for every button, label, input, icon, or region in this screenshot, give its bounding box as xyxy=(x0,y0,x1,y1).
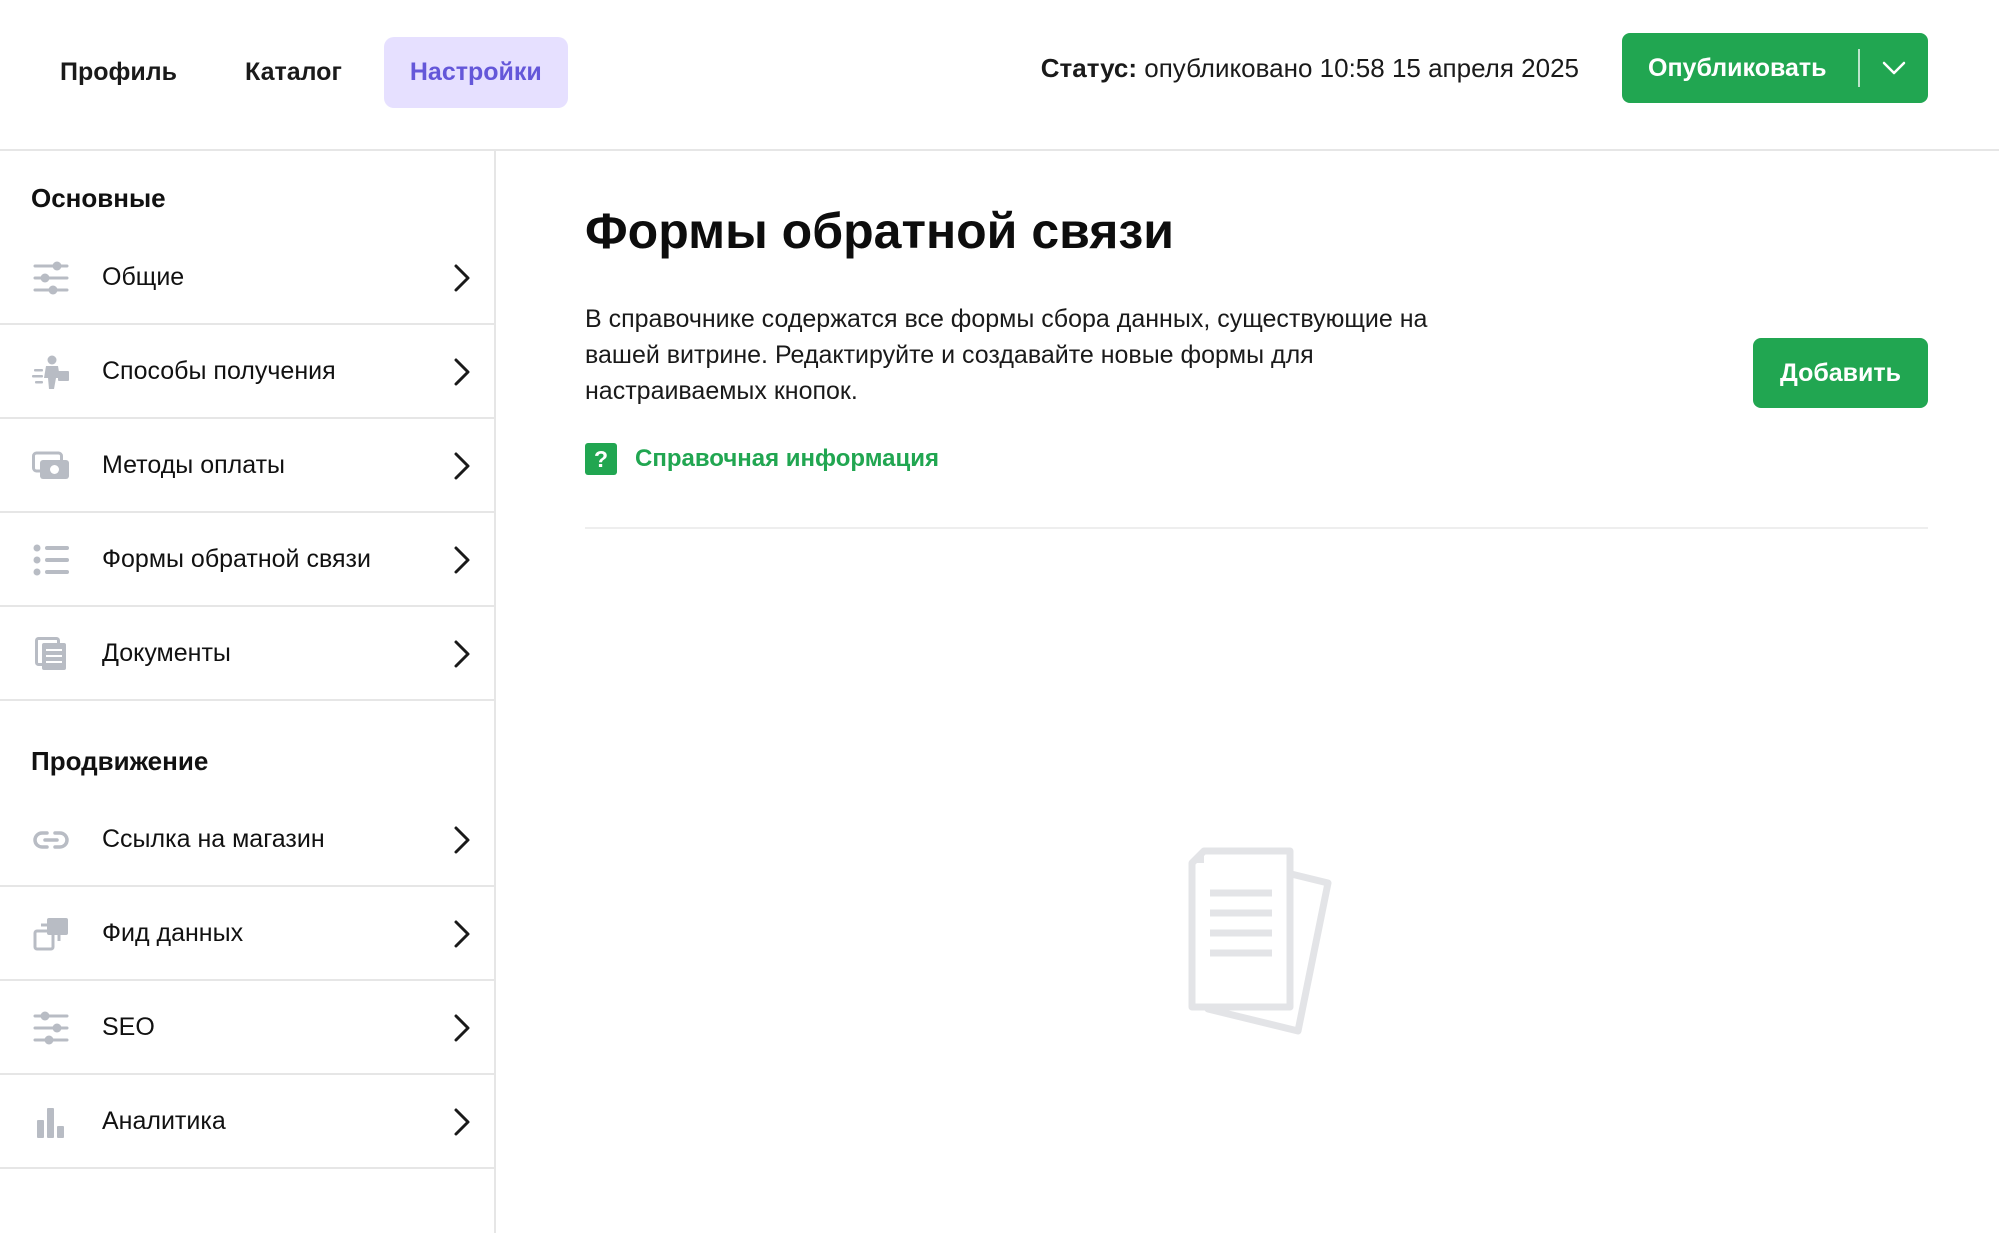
tab-settings[interactable]: Настройки xyxy=(383,37,568,108)
tab-catalog[interactable]: Каталог xyxy=(219,37,368,108)
chevron-right-icon xyxy=(454,920,470,948)
sliders-icon xyxy=(32,1010,70,1046)
bar-chart-icon xyxy=(32,1104,70,1140)
help-link-label: Справочная информация xyxy=(635,445,940,472)
publish-status: Статус: опубликовано 10:58 15 апреля 202… xyxy=(1041,50,1579,86)
sidebar-item-analytics[interactable]: Аналитика xyxy=(0,1075,494,1169)
question-icon: ? xyxy=(585,443,617,475)
sidebar-item-payment[interactable]: Методы оплаты xyxy=(0,419,494,513)
sidebar-item-seo[interactable]: SEO xyxy=(0,981,494,1075)
add-button[interactable]: Добавить xyxy=(1753,338,1928,408)
sidebar-item-general[interactable]: Общие xyxy=(0,231,494,325)
courier-icon xyxy=(32,354,70,390)
chevron-right-icon xyxy=(454,826,470,854)
list-icon xyxy=(32,542,70,578)
link-icon xyxy=(32,822,70,858)
page-description: В справочнике содержатся все формы сбора… xyxy=(585,305,1428,405)
settings-sidebar: Основные Общие Способы получения Методы … xyxy=(0,151,496,1233)
chevron-right-icon xyxy=(454,1108,470,1136)
top-header: Профиль Каталог Настройки Статус: опубли… xyxy=(0,0,1999,151)
chevron-right-icon xyxy=(454,546,470,574)
status-label: Статус: xyxy=(1040,53,1138,83)
status-value: опубликовано 10:58 15 апреля 2025 xyxy=(1137,53,1579,83)
sidebar-item-label: Документы xyxy=(102,638,231,667)
sidebar-item-label: Ссылка на магазин xyxy=(102,824,325,853)
chevron-right-icon xyxy=(454,1014,470,1042)
chevron-right-icon xyxy=(454,452,470,480)
sidebar-item-label: SEO xyxy=(102,1012,155,1041)
sidebar-item-label: Фид данных xyxy=(102,918,244,947)
publish-button[interactable]: Опубликовать xyxy=(1622,33,1928,103)
chevron-down-icon[interactable] xyxy=(1860,33,1928,103)
empty-documents-icon xyxy=(1188,847,1332,1035)
sidebar-item-label: Формы обратной связи xyxy=(102,544,371,573)
money-icon xyxy=(32,448,70,484)
sidebar-item-data-feed[interactable]: Фид данных xyxy=(0,887,494,981)
sidebar-item-documents[interactable]: Документы xyxy=(0,607,494,701)
sidebar-item-label: Аналитика xyxy=(102,1106,226,1135)
page-title: Формы обратной связи xyxy=(585,203,1174,259)
content-divider xyxy=(585,527,1928,529)
publish-button-label: Опубликовать xyxy=(1648,53,1827,82)
sidebar-item-delivery[interactable]: Способы получения xyxy=(0,325,494,419)
chevron-right-icon xyxy=(454,358,470,386)
sidebar-item-label: Способы получения xyxy=(102,356,336,385)
tab-profile[interactable]: Профиль xyxy=(34,37,203,108)
section-title-promotion: Продвижение xyxy=(31,746,209,776)
feed-icon xyxy=(32,916,70,952)
sidebar-item-store-link[interactable]: Ссылка на магазин xyxy=(0,793,494,887)
section-title-basic: Основные xyxy=(31,183,166,213)
sliders-icon xyxy=(32,260,70,296)
top-tabs: Профиль Каталог Настройки xyxy=(34,37,568,108)
chevron-right-icon xyxy=(454,264,470,292)
main-content: Формы обратной связи В справочнике содер… xyxy=(496,151,1999,1233)
chevron-right-icon xyxy=(454,640,470,668)
sidebar-item-feedback-forms[interactable]: Формы обратной связи xyxy=(0,513,494,607)
sidebar-item-label: Общие xyxy=(102,262,185,291)
documents-icon xyxy=(32,636,70,672)
sidebar-item-label: Методы оплаты xyxy=(102,450,286,479)
help-info-link[interactable]: ? Справочная информация xyxy=(585,443,939,475)
